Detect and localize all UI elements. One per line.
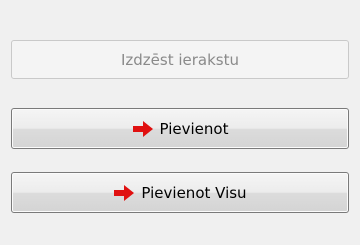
add-button[interactable]: Pievienot [11,108,349,149]
delete-record-label: Izdzēst ierakstu [120,50,240,69]
arrow-right-icon [132,120,154,138]
delete-record-button[interactable]: Izdzēst ierakstu [11,40,349,79]
arrow-right-icon [113,184,135,202]
add-all-button-label: Pievienot Visu [141,183,247,202]
add-button-label: Pievienot [159,119,229,138]
add-all-button[interactable]: Pievienot Visu [11,172,349,213]
